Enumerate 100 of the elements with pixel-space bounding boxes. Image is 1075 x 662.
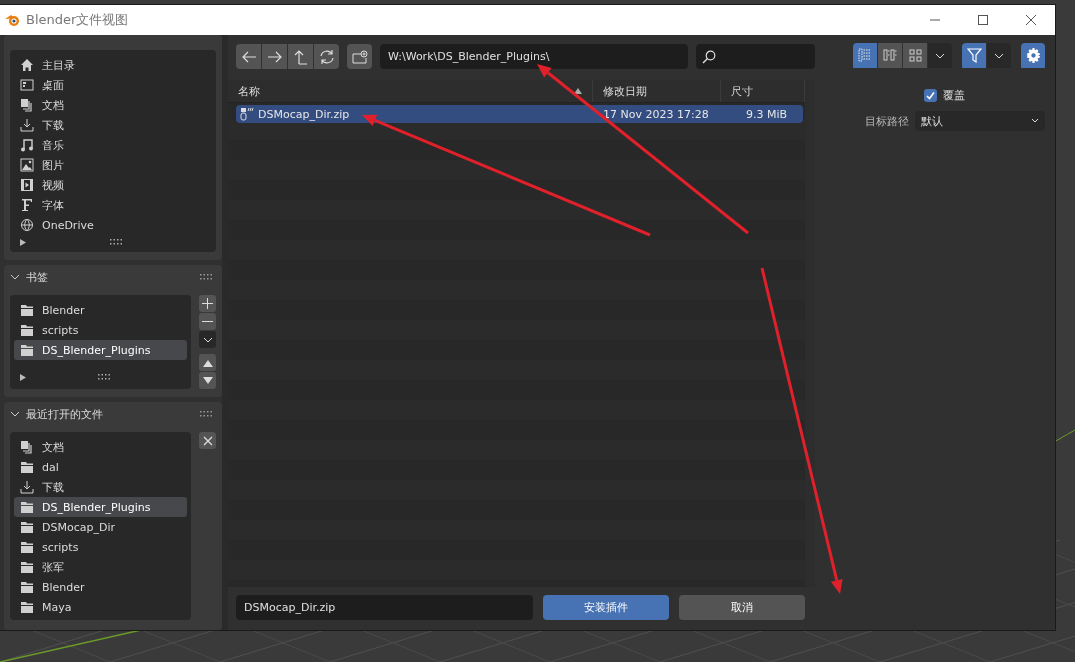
sidebar-item[interactable]: DS_Blender_Plugins: [14, 340, 187, 360]
column-header[interactable]: 尺寸: [731, 83, 753, 99]
column-header[interactable]: 修改日期: [603, 83, 647, 99]
grid-icon: [907, 48, 923, 63]
folder-icon: [20, 460, 34, 474]
refresh-icon: [318, 48, 335, 65]
columns-icon: [882, 48, 898, 63]
sidebar-item[interactable]: 文档: [14, 95, 212, 115]
video-icon: [20, 178, 34, 192]
folder-icon: [20, 540, 34, 554]
folder-icon: [20, 600, 34, 614]
search-field[interactable]: [695, 44, 815, 69]
chevron-icon[interactable]: [10, 409, 20, 419]
sidebar-item[interactable]: 文档: [14, 437, 187, 457]
new-folder-button[interactable]: [347, 44, 372, 69]
sidebar-item[interactable]: DS_Blender_Plugins: [14, 497, 187, 517]
clear-button[interactable]: [199, 432, 216, 449]
triangle-up-icon: [202, 358, 213, 367]
search-icon: [701, 49, 716, 64]
checkbox[interactable]: [924, 88, 937, 102]
drag-grip-icon[interactable]: [200, 274, 212, 280]
parent-directory-button[interactable]: [288, 44, 313, 69]
thumbnail-view-button[interactable]: [903, 43, 927, 68]
target-path-dropdown[interactable]: 默认: [915, 111, 1045, 131]
sidebar-item[interactable]: 字体: [14, 195, 212, 215]
remove-button[interactable]: [199, 313, 216, 330]
sidebar-item[interactable]: 视频: [14, 175, 212, 195]
globe-icon: [20, 218, 34, 232]
maximize-icon: [977, 14, 989, 26]
chevron-icon[interactable]: [10, 272, 20, 282]
resize-grip-icon[interactable]: [110, 239, 122, 245]
sidebar-item[interactable]: 下载: [14, 115, 212, 135]
move-up-button[interactable]: [199, 354, 216, 371]
move-down-button[interactable]: [199, 372, 216, 389]
sidebar-item[interactable]: 图片: [14, 155, 212, 175]
download-icon: [20, 118, 34, 132]
dropdown-button[interactable]: [199, 331, 216, 348]
chevron-icon: [1031, 118, 1039, 124]
sidebar-item[interactable]: Maya: [14, 597, 187, 617]
install-button[interactable]: 安装插件: [543, 595, 669, 620]
sidebar-item[interactable]: scripts: [14, 537, 187, 557]
list-icon: [857, 48, 873, 63]
folder-icon: [20, 343, 34, 357]
zip-file-icon: [240, 107, 254, 121]
sidebar-item[interactable]: 桌面: [14, 75, 212, 95]
file-date: 17 Nov 2023 17:28: [603, 107, 709, 121]
cancel-button[interactable]: 取消: [679, 595, 805, 620]
sort-ascending-icon[interactable]: [574, 88, 582, 94]
download-icon: [20, 480, 34, 494]
sidebar-item[interactable]: 音乐: [14, 135, 212, 155]
folder-icon: [20, 323, 34, 337]
home-icon: [20, 58, 34, 72]
filter-button[interactable]: [962, 43, 986, 68]
column-header[interactable]: 名称: [238, 83, 260, 99]
panel-title: 书签: [26, 269, 48, 285]
sidebar-item[interactable]: scripts: [14, 320, 187, 340]
back-button[interactable]: [236, 44, 261, 69]
path-field[interactable]: W:\Work\DS_Blender_Plugins\: [380, 44, 688, 69]
close-icon: [202, 435, 213, 446]
resize-grip-icon[interactable]: [97, 374, 110, 380]
sidebar-item[interactable]: 张军: [14, 557, 187, 577]
file-row[interactable]: DSMocap_Dir.zip 17 Nov 2023 17:28 9.3 MiB: [236, 105, 803, 123]
checkbox-label: 覆盖: [943, 87, 965, 103]
sidebar-item[interactable]: OneDrive: [14, 215, 212, 235]
sidebar-item[interactable]: dal: [14, 457, 187, 477]
refresh-button[interactable]: [314, 44, 339, 69]
folder-icon: [20, 520, 34, 534]
filter-icon: [966, 48, 982, 63]
arrow-right-icon: [266, 50, 283, 63]
picture-icon: [20, 158, 34, 172]
arrow-left-icon: [240, 50, 257, 63]
close-icon: [1025, 14, 1037, 26]
documents-icon: [20, 440, 34, 454]
file-size: 9.3 MiB: [745, 107, 787, 121]
music-icon: [20, 138, 34, 152]
desktop-icon: [20, 78, 34, 92]
drag-grip-icon[interactable]: [200, 411, 212, 417]
sidebar-item[interactable]: 下载: [14, 477, 187, 497]
triangle-down-icon: [202, 376, 213, 385]
expand-arrow-icon[interactable]: [20, 373, 26, 381]
sidebar-item[interactable]: 主目录: [14, 55, 212, 75]
arrow-up-icon: [293, 48, 308, 65]
sidebar-item[interactable]: Blender: [14, 300, 187, 320]
expand-arrow-icon[interactable]: [20, 238, 26, 246]
sidebar-item[interactable]: DSMocap_Dir: [14, 517, 187, 537]
gear-icon: [1025, 48, 1041, 63]
window-title: Blender文件视图: [26, 11, 129, 29]
add-button[interactable]: [199, 295, 216, 312]
new-folder-icon: [351, 49, 368, 64]
sidebar-item[interactable]: Blender: [14, 577, 187, 597]
filename-field[interactable]: DSMocap_Dir.zip: [236, 595, 533, 620]
settings-button[interactable]: [1021, 43, 1045, 68]
panel-title: 最近打开的文件: [26, 406, 103, 422]
forward-button[interactable]: [262, 44, 287, 69]
folder-icon: [20, 500, 34, 514]
font-icon: [20, 198, 34, 212]
folder-icon: [20, 560, 34, 574]
plus-icon: [202, 298, 213, 309]
documents-icon: [20, 98, 34, 112]
blender-logo-icon: [4, 13, 20, 27]
